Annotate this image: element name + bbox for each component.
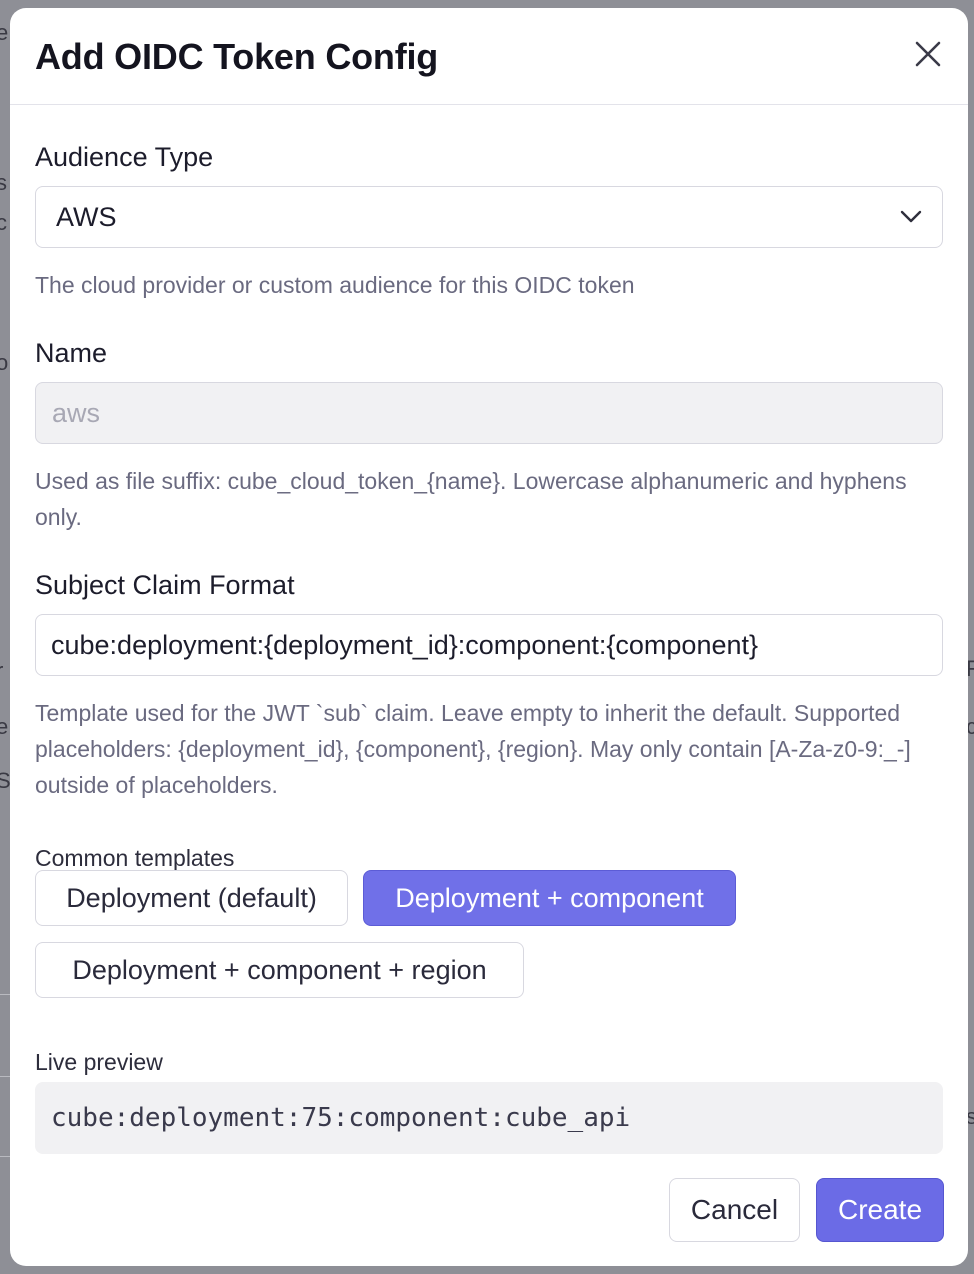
name-label: Name [35,338,108,368]
subject-claim-field[interactable]: cube:deployment:{deployment_id}:componen… [35,614,943,676]
dialog-title: Add OIDC Token Config [35,36,439,77]
template-deployment-component-button[interactable]: Deployment + component [363,870,736,926]
template-deployment-component-region-button[interactable]: Deployment + component + region [35,942,524,998]
backdrop-divider [0,1076,10,1077]
live-preview-value: cube:deployment:75:component:cube_api [51,1103,631,1133]
subject-claim-label: Subject Claim Format [35,570,295,600]
audience-type-value: AWS [56,201,117,232]
backdrop-fragment: e [0,20,9,45]
backdrop-fragment: r [0,658,3,684]
common-templates-label: Common templates [35,845,235,871]
oidc-token-dialog: Add OIDC Token Config Audience Type AWS … [10,8,968,1266]
backdrop-divider [0,1156,10,1157]
backdrop-fragment: e [0,714,9,739]
backdrop-divider [0,994,10,995]
live-preview-label: Live preview [35,1049,163,1075]
audience-type-select[interactable]: AWS [35,186,943,248]
close-icon [915,41,941,67]
backdrop-fragment: o [0,350,9,375]
audience-type-label: Audience Type [35,142,214,172]
name-field[interactable] [35,382,943,444]
close-button[interactable] [908,34,948,74]
backdrop-fragment: s [0,170,7,195]
subject-claim-hint: Template used for the JWT `sub` claim. L… [35,700,911,798]
cancel-button[interactable]: Cancel [669,1178,800,1242]
subject-claim-input[interactable]: cube:deployment:{deployment_id}:componen… [51,630,758,661]
template-deployment-default-button[interactable]: Deployment (default) [35,870,348,926]
audience-type-hint: The cloud provider or custom audience fo… [35,272,635,298]
dialog-header: Add OIDC Token Config [10,8,968,105]
chevron-down-icon [900,210,922,223]
name-hint: Used as file suffix: cube_cloud_token_{n… [35,468,907,530]
backdrop-fragment: c [0,210,7,235]
name-input[interactable] [52,397,922,429]
live-preview-box: cube:deployment:75:component:cube_api [35,1082,943,1154]
create-button[interactable]: Create [816,1178,944,1242]
